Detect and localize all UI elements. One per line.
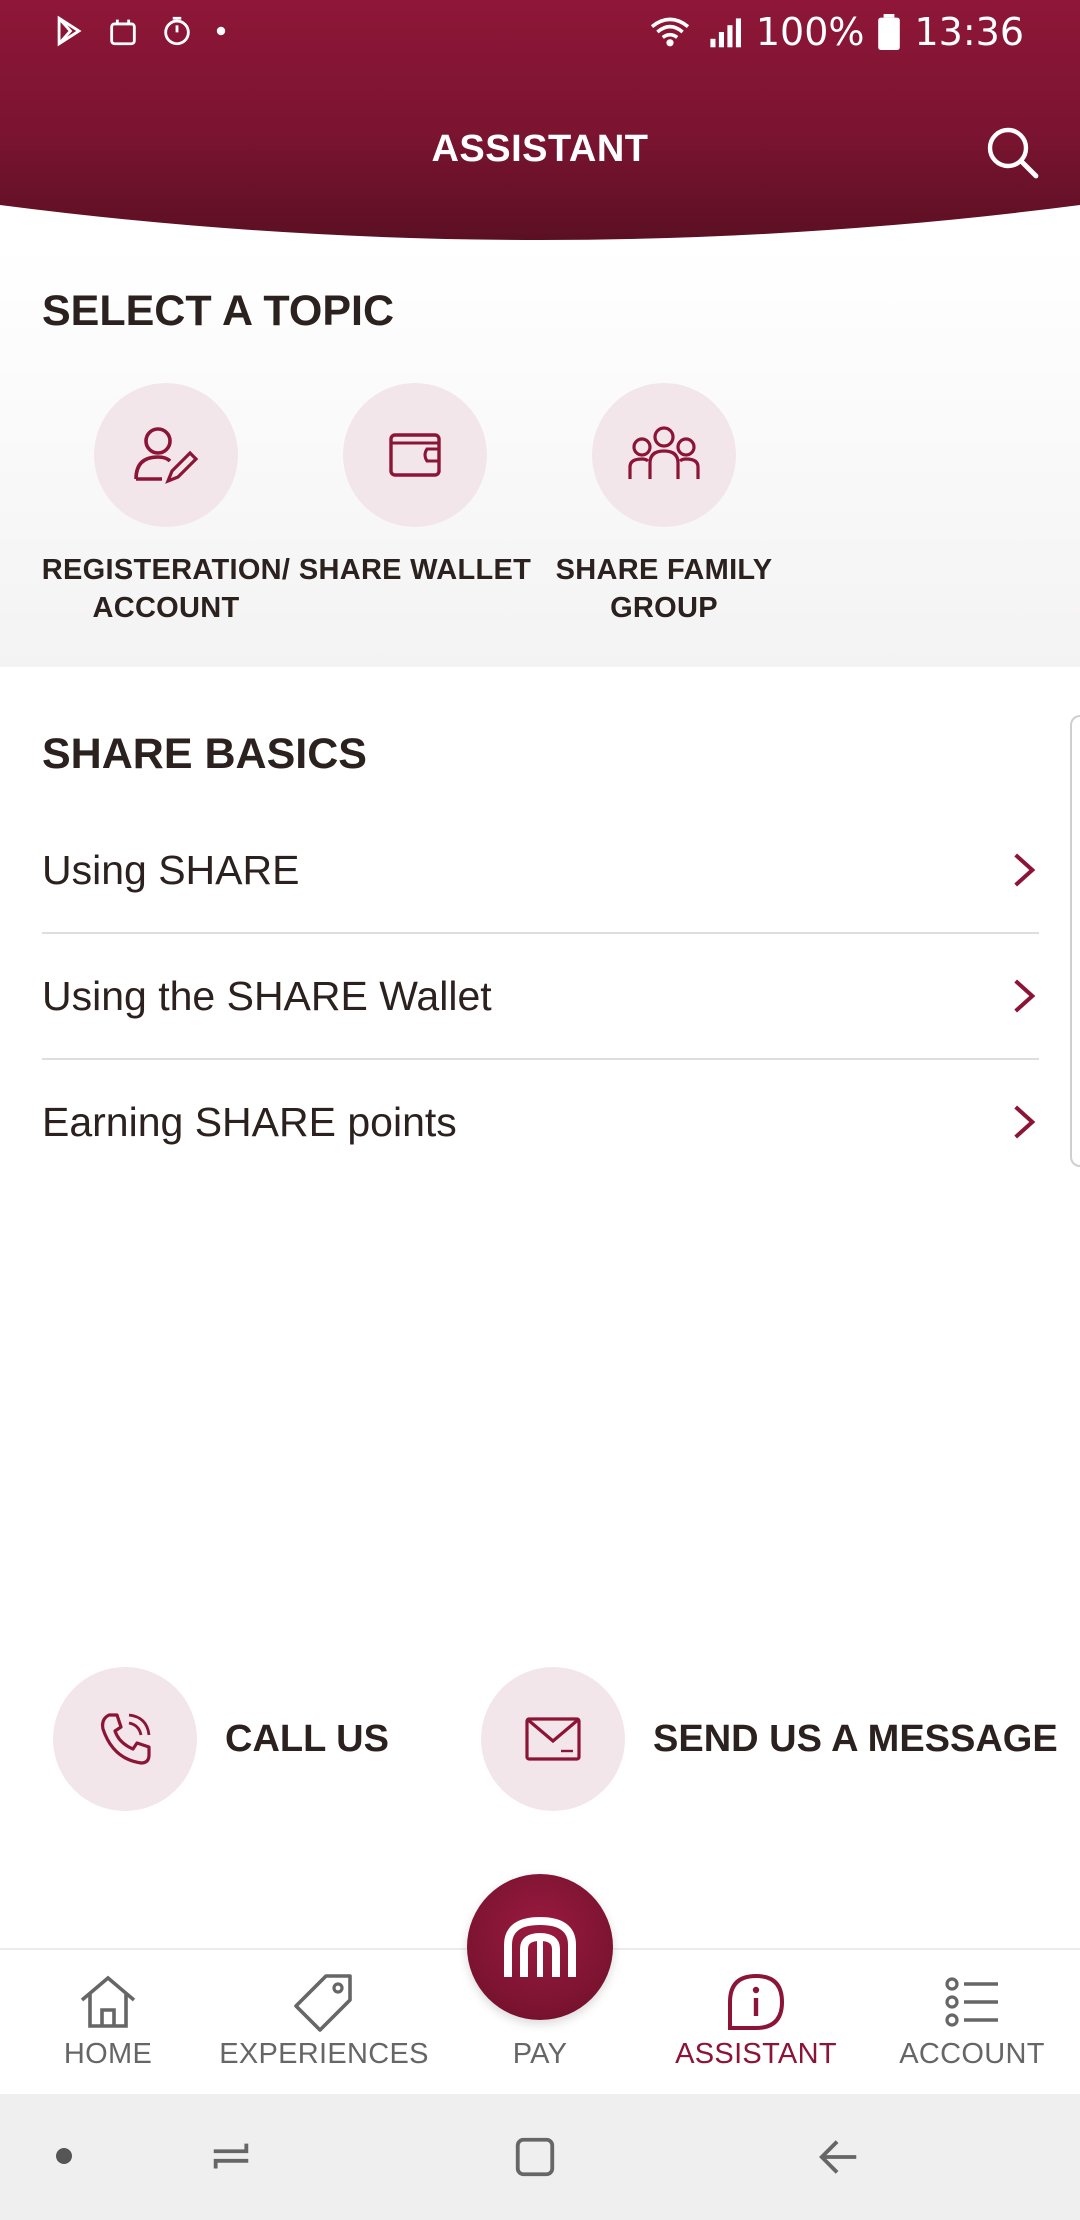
notification-icons — [52, 14, 228, 48]
signal-icon — [710, 18, 741, 48]
chevron-right-icon — [1014, 1105, 1036, 1139]
list-item-label: Using SHARE — [42, 846, 300, 893]
chevron-right-icon — [1014, 853, 1036, 887]
topic-label: REGISTERATION/ ACCOUNT — [41, 554, 291, 624]
topic-icon-circle — [343, 383, 487, 527]
share-logo-icon — [504, 1916, 576, 1977]
list-item-earning-points[interactable]: Earning SHARE points — [42, 1059, 1039, 1185]
page-title: ASSISTANT — [431, 128, 649, 170]
system-nav-bar — [0, 2094, 1080, 2220]
home-square-icon[interactable] — [512, 2134, 558, 2180]
envelope-icon — [525, 1717, 581, 1761]
list-item-label: Earning SHARE points — [42, 1098, 457, 1145]
list-item-using-share[interactable]: Using SHARE — [42, 807, 1039, 933]
battery-icon — [878, 14, 901, 50]
call-us-label: CALL US — [225, 1717, 389, 1760]
wifi-icon — [650, 17, 689, 47]
user-edit-icon — [134, 427, 199, 484]
nav-account[interactable]: ACCOUNT — [864, 1950, 1080, 2096]
contact-icon-circle — [481, 1667, 625, 1811]
list-item-using-wallet[interactable]: Using the SHARE Wallet — [42, 933, 1039, 1059]
info-bubble-icon — [728, 1973, 785, 2030]
nav-experiences[interactable]: EXPERIENCES — [216, 1950, 432, 2096]
shopping-bag-icon — [110, 19, 136, 46]
nav-label: PAY — [512, 2038, 568, 2070]
topic-icon-circle — [94, 383, 238, 527]
topic-label: SHARE FAMILY GROUP — [555, 554, 773, 624]
wallet-icon — [389, 433, 441, 477]
clock: 13:36 — [914, 10, 1024, 54]
family-group-icon — [628, 426, 700, 479]
topic-icon-circle — [592, 383, 736, 527]
list-item-label: Using the SHARE Wallet — [42, 972, 492, 1019]
search-icon[interactable] — [984, 124, 1040, 180]
nav-label: ACCOUNT — [899, 2038, 1045, 2070]
nav-label: EXPERIENCES — [219, 2038, 429, 2070]
status-bar: 100% 13:36 — [0, 0, 1080, 66]
list-icon — [945, 1977, 998, 2027]
nav-home[interactable]: HOME — [0, 1950, 216, 2096]
dot-icon — [216, 26, 226, 36]
recent-apps-icon[interactable] — [208, 2134, 254, 2180]
tag-icon — [294, 1974, 352, 2032]
topic-share-wallet[interactable]: SHARE WALLET — [290, 383, 540, 589]
send-message-button[interactable]: SEND US A MESSAGE — [481, 1667, 1058, 1811]
topic-section-title: SELECT A TOPIC — [42, 287, 394, 335]
basics-section-title: SHARE BASICS — [42, 730, 367, 778]
topic-registration[interactable]: REGISTERATION/ ACCOUNT — [41, 383, 291, 627]
phone-icon — [101, 1713, 151, 1765]
call-us-button[interactable]: CALL US — [53, 1667, 389, 1811]
battery-percent: 100% — [755, 10, 865, 54]
nav-label: ASSISTANT — [675, 2038, 837, 2070]
chevron-right-icon — [1014, 979, 1036, 1013]
pay-button[interactable] — [467, 1874, 613, 2020]
topic-label: SHARE WALLET — [298, 554, 532, 586]
topic-section: SELECT A TOPIC REGISTERATION/ ACCOUNT SH… — [0, 245, 1080, 667]
dot-icon[interactable] — [54, 2146, 74, 2166]
topic-share-family-group[interactable]: SHARE FAMILY GROUP — [539, 383, 789, 627]
send-message-label: SEND US A MESSAGE — [653, 1717, 1058, 1760]
contact-icon-circle — [53, 1667, 197, 1811]
timer-icon — [164, 16, 190, 46]
side-panel-handle[interactable] — [1070, 715, 1080, 1167]
nav-label: HOME — [63, 2038, 153, 2070]
nav-assistant[interactable]: ASSISTANT — [648, 1950, 864, 2096]
status-right: 100% 13:36 — [648, 10, 1024, 54]
back-icon[interactable] — [816, 2134, 862, 2180]
home-icon — [80, 1975, 136, 2028]
play-store-icon — [57, 15, 82, 47]
